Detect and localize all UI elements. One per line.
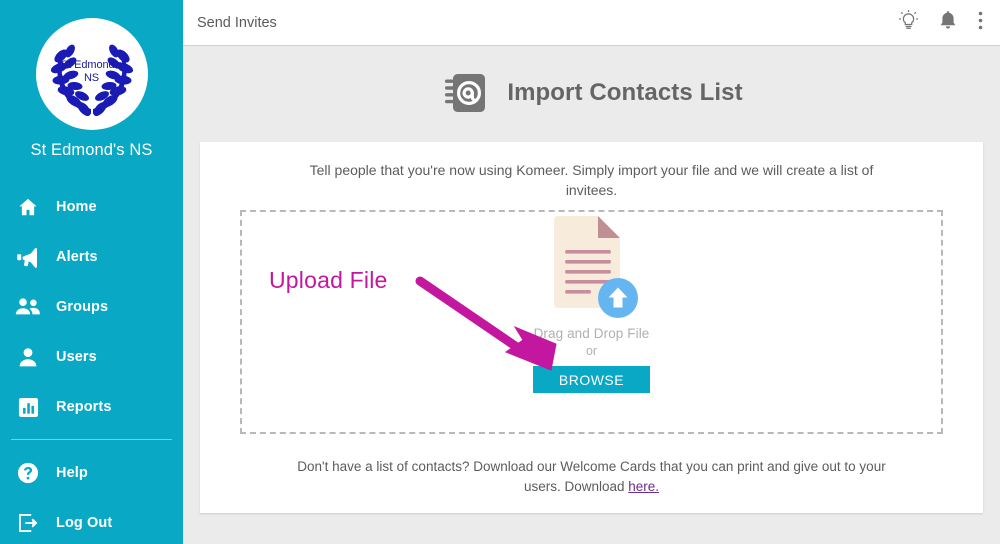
logo-line-1: St Edmond's: [61, 59, 122, 71]
people-group-icon: [0, 297, 56, 317]
sidebar-item-alerts[interactable]: Alerts: [0, 232, 183, 282]
contacts-book-at-icon: [445, 74, 486, 112]
sidebar-item-home[interactable]: Home: [0, 182, 183, 232]
download-here-link[interactable]: here.: [628, 479, 659, 494]
drag-drop-label: Drag and Drop File: [533, 326, 650, 341]
import-card: Tell people that you're now using Komeer…: [200, 142, 983, 513]
megaphone-icon: [0, 246, 56, 268]
sidebar-item-label: Log Out: [56, 515, 113, 531]
lead-text: Tell people that you're now using Komeer…: [309, 162, 874, 198]
sidebar-item-label: Users: [56, 349, 97, 365]
topbar-actions: [898, 9, 1000, 35]
file-dropzone[interactable]: Drag and Drop File or BROWSE: [240, 210, 943, 434]
lightbulb-icon[interactable]: [898, 9, 919, 35]
content-area: Import Contacts List Tell people that yo…: [183, 46, 1000, 544]
sidebar-item-label: Groups: [56, 299, 109, 315]
home-icon: [0, 196, 56, 218]
person-icon: [0, 347, 56, 368]
sidebar-item-label: Reports: [56, 399, 112, 415]
more-vertical-icon[interactable]: [978, 11, 983, 35]
logo-text: St Edmond's NS: [61, 59, 122, 85]
sidebar-nav: Home Alerts Groups Users Reports Help Lo…: [0, 182, 183, 544]
sidebar-item-users[interactable]: Users: [0, 332, 183, 382]
topbar-title: Send Invites: [197, 14, 277, 31]
sidebar-item-logout[interactable]: Log Out: [0, 498, 183, 544]
browse-button[interactable]: BROWSE: [533, 366, 650, 393]
bar-chart-icon: [0, 397, 56, 418]
sidebar-item-label: Alerts: [56, 249, 98, 265]
sidebar-item-reports[interactable]: Reports: [0, 382, 183, 432]
footer-text-before: Don't have a list of contacts? Download …: [297, 459, 886, 494]
page-title: Import Contacts List: [507, 79, 743, 106]
logo-line-2: NS: [83, 72, 100, 84]
logout-arrow-icon: [0, 512, 56, 534]
sidebar: St Edmond's NS St Edmond's NS Home Alert…: [0, 0, 183, 544]
sidebar-item-label: Home: [56, 199, 97, 215]
or-label: or: [585, 344, 598, 358]
school-logo: St Edmond's NS: [35, 18, 148, 130]
page-header: Import Contacts List: [183, 68, 1000, 118]
bell-icon[interactable]: [939, 10, 957, 35]
app-root: St Edmond's NS St Edmond's NS Home Alert…: [0, 0, 1000, 544]
footer-text: Don't have a list of contacts? Download …: [292, 457, 892, 497]
document-upload-icon: [546, 212, 638, 320]
question-circle-icon: [0, 462, 56, 484]
main-area: Send Invites Import Contacts List Tell p…: [183, 0, 1000, 544]
sidebar-item-groups[interactable]: Groups: [0, 282, 183, 332]
topbar: Send Invites: [183, 0, 1000, 46]
logo-container: St Edmond's NS: [0, 0, 183, 130]
school-name: St Edmond's NS: [30, 141, 153, 159]
sidebar-divider: [11, 439, 172, 440]
sidebar-item-label: Help: [56, 465, 88, 481]
sidebar-item-help[interactable]: Help: [0, 448, 183, 498]
